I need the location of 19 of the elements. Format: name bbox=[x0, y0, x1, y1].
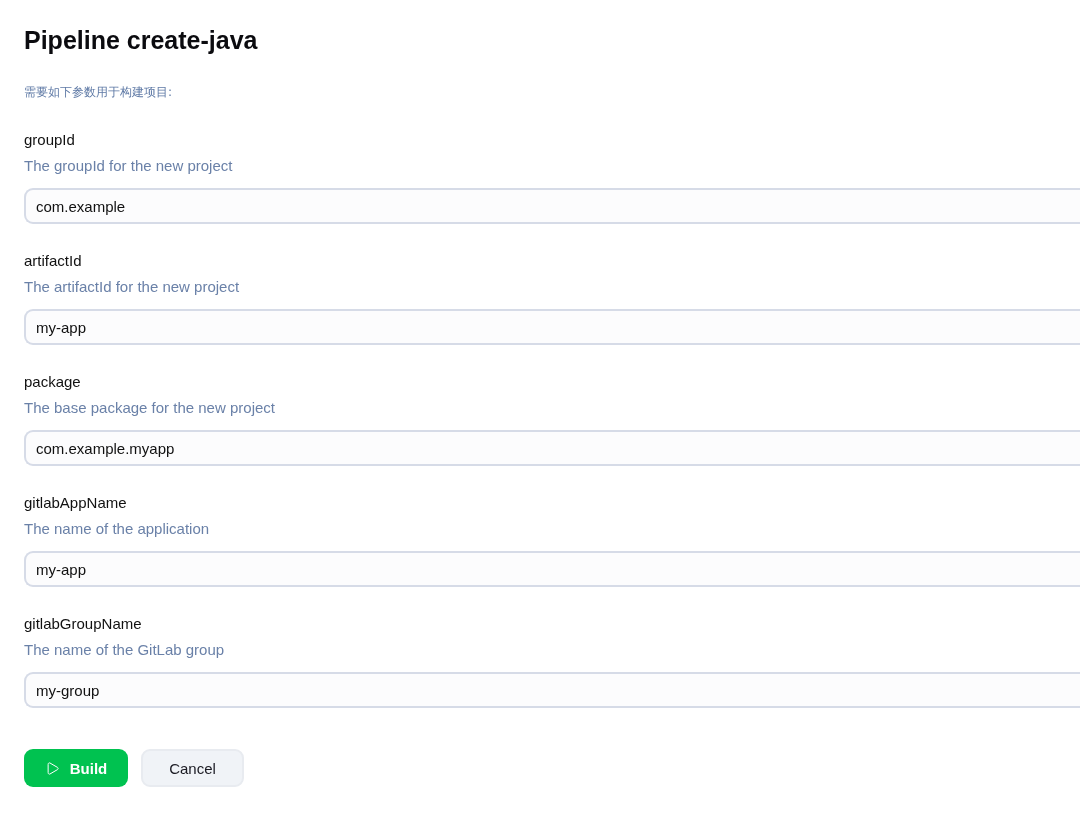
field-description: The artifactId for the new project bbox=[24, 277, 240, 297]
input-field[interactable]: my-app bbox=[24, 309, 1080, 345]
field-description: The groupId for the new project bbox=[24, 156, 233, 176]
field-label: gitlabAppName bbox=[24, 493, 127, 513]
field-description: The name of the GitLab group bbox=[24, 640, 225, 660]
field-label: gitlabGroupName bbox=[24, 614, 142, 634]
input-field[interactable]: com.example bbox=[24, 188, 1080, 224]
input-field[interactable]: my-group bbox=[24, 672, 1080, 708]
input-field[interactable]: my-app bbox=[24, 551, 1080, 587]
field-label: package bbox=[24, 372, 81, 392]
intro-text: 需要如下参数用于构建项目: bbox=[24, 84, 173, 101]
field-description: The base package for the new project bbox=[24, 398, 275, 418]
field-label: artifactId bbox=[24, 251, 82, 271]
field-description: The name of the application bbox=[24, 519, 210, 539]
field-label: groupId bbox=[24, 130, 75, 150]
play-icon bbox=[44, 760, 60, 776]
page-title: Pipeline create-java bbox=[24, 25, 258, 56]
cancel-button[interactable]: Cancel bbox=[141, 749, 244, 787]
input-field[interactable]: com.example.myapp bbox=[24, 430, 1080, 466]
